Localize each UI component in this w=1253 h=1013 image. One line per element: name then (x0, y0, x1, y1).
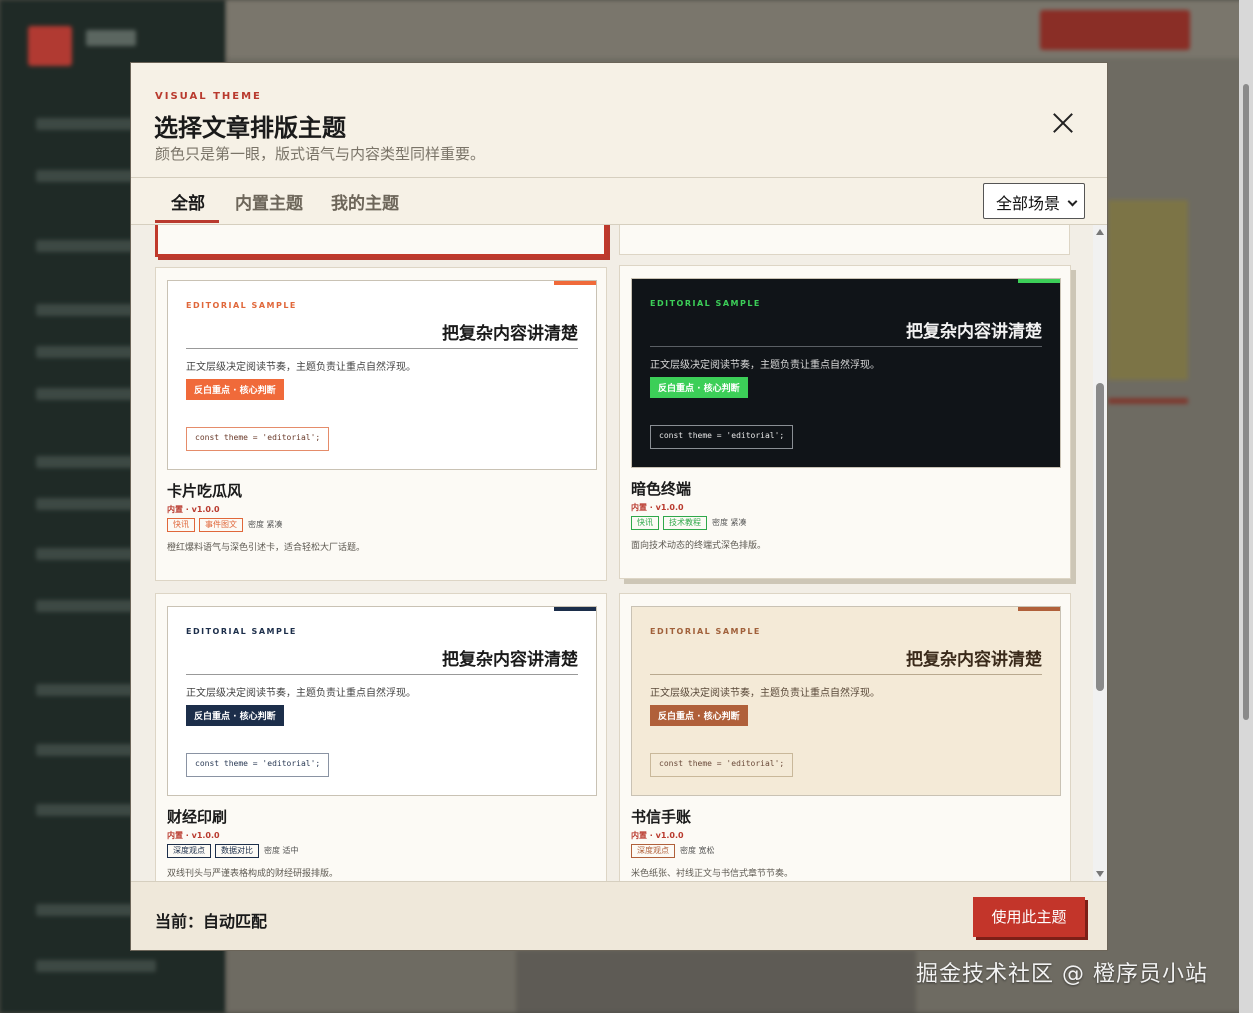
theme-preview: EDITORIAL SAMPLE 把复杂内容讲清楚 正文层级决定阅读节奏，主题负… (631, 278, 1061, 468)
theme-description: 橙红爆料语气与深色引述卡，适合轻松大厂话题。 (167, 543, 366, 553)
modal-footer: 当前：自动匹配 使用此主题 (131, 881, 1107, 950)
modal-title: 选择文章排版主题 (154, 113, 346, 142)
theme-preview: EDITORIAL SAMPLE 把复杂内容讲清楚 正文层级决定阅读节奏，主题负… (167, 606, 597, 796)
preview-body: 正文层级决定阅读节奏，主题负责让重点自然浮现。 (186, 688, 416, 699)
theme-tag: 深度观点 (167, 843, 211, 858)
preview-badge: 反白重点 · 核心判断 (650, 705, 748, 726)
theme-accent-bar (554, 281, 596, 285)
preview-headline: 把复杂内容讲清楚 (442, 650, 578, 670)
theme-tags: 快讯 技术教程 密度 紧凑 (631, 515, 747, 530)
preview-rule (650, 346, 1042, 347)
theme-name: 暗色终端 (631, 480, 692, 498)
modal-eyebrow: VISUAL THEME (155, 91, 262, 102)
chevron-down-icon (1067, 196, 1078, 207)
preview-badge: 反白重点 · 核心判断 (186, 705, 284, 726)
preview-body: 正文层级决定阅读节奏，主题负责让重点自然浮现。 (186, 362, 416, 373)
preview-code: const theme = 'editorial'; (650, 425, 794, 449)
preview-headline: 把复杂内容讲清楚 (906, 322, 1042, 342)
watermark: 掘金技术社区 @ 橙序员小站 (916, 962, 1208, 987)
scroll-up-icon[interactable] (1096, 229, 1104, 235)
preview-eyebrow: EDITORIAL SAMPLE (650, 299, 761, 308)
use-theme-button[interactable]: 使用此主题 (973, 897, 1085, 937)
theme-accent-bar (1018, 279, 1060, 283)
preview-code: const theme = 'editorial'; (186, 427, 330, 451)
page-scrollbar-thumb[interactable] (1243, 84, 1249, 720)
theme-density: 密度 紧凑 (712, 518, 747, 527)
background-nav-item (36, 960, 156, 972)
preview-body: 正文层级决定阅读节奏，主题负责让重点自然浮现。 (650, 688, 880, 699)
preview-rule (186, 674, 578, 675)
preview-eyebrow: EDITORIAL SAMPLE (650, 627, 761, 636)
theme-card[interactable]: EDITORIAL SAMPLE 把复杂内容讲清楚 正文层级决定阅读节奏，主题负… (155, 593, 607, 881)
theme-preview: EDITORIAL SAMPLE 把复杂内容讲清楚 正文层级决定阅读节奏，主题负… (631, 606, 1061, 796)
scroll-down-icon[interactable] (1096, 871, 1104, 877)
theme-density: 密度 紧凑 (248, 520, 283, 529)
theme-name: 书信手账 (631, 808, 692, 826)
preview-code: const theme = 'editorial'; (650, 753, 794, 777)
preview-badge: 反白重点 · 核心判断 (650, 377, 748, 398)
theme-tag: 快讯 (167, 517, 195, 532)
theme-picker-modal: VISUAL THEME 选择文章排版主题 颜色只是第一眼，版式语气与内容类型同… (130, 62, 1108, 951)
page-scrollbar[interactable] (1239, 0, 1253, 1013)
preview-eyebrow: EDITORIAL SAMPLE (186, 627, 297, 636)
preview-badge: 反白重点 · 核心判断 (186, 379, 284, 400)
theme-description: 米色纸张、衬线正文与书信式章节节奏。 (631, 869, 794, 879)
theme-description: 双线刊头与严谨表格构成的财经研报排版。 (167, 869, 339, 879)
preview-headline: 把复杂内容讲清楚 (906, 650, 1042, 670)
theme-tag: 事件图文 (199, 517, 243, 532)
scene-filter-value: 全部场景 (996, 194, 1061, 213)
theme-accent-bar (1018, 607, 1060, 611)
preview-body: 正文层级决定阅读节奏，主题负责让重点自然浮现。 (650, 360, 880, 371)
preview-rule (650, 674, 1042, 675)
close-icon[interactable] (1049, 109, 1077, 137)
theme-preview: EDITORIAL SAMPLE 把复杂内容讲清楚 正文层级决定阅读节奏，主题负… (167, 280, 597, 470)
tab-builtin[interactable]: 内置主题 (235, 189, 303, 214)
theme-tag: 快讯 (631, 515, 659, 530)
preview-rule (186, 348, 578, 349)
theme-accent-bar (554, 607, 596, 611)
preview-code: const theme = 'editorial'; (186, 753, 330, 777)
theme-card-partial[interactable] (619, 225, 1070, 255)
theme-tabs: 全部 内置主题 我的主题 全部场景 (131, 179, 1107, 225)
theme-name: 财经印刷 (167, 808, 228, 826)
theme-name: 卡片吃瓜风 (167, 482, 243, 500)
theme-grid[interactable]: EDITORIAL SAMPLE 把复杂内容讲清楚 正文层级决定阅读节奏，主题负… (131, 225, 1107, 881)
theme-tags: 深度观点 密度 宽松 (631, 843, 715, 858)
theme-description: 面向技术动态的终端式深色排版。 (631, 541, 767, 551)
modal-scrollbar[interactable] (1093, 225, 1107, 881)
modal-scrollbar-thumb[interactable] (1096, 383, 1104, 691)
theme-meta: 内置 · v1.0.0 (167, 831, 220, 840)
tab-active-indicator (155, 220, 219, 223)
theme-card[interactable]: EDITORIAL SAMPLE 把复杂内容讲清楚 正文层级决定阅读节奏，主题负… (619, 593, 1071, 881)
preview-eyebrow: EDITORIAL SAMPLE (186, 301, 297, 310)
theme-tag: 深度观点 (631, 843, 675, 858)
theme-card-partial[interactable] (155, 225, 607, 257)
background-top-button (1040, 10, 1190, 50)
theme-density: 密度 宽松 (680, 846, 715, 855)
theme-tags: 深度观点 数据对比 密度 适中 (167, 843, 299, 858)
background-bottom-panel (516, 950, 916, 1013)
modal-header: VISUAL THEME 选择文章排版主题 颜色只是第一眼，版式语气与内容类型同… (131, 63, 1107, 178)
theme-meta: 内置 · v1.0.0 (631, 831, 684, 840)
tab-all[interactable]: 全部 (171, 189, 205, 214)
background-accent (1108, 398, 1188, 404)
tab-mine[interactable]: 我的主题 (331, 189, 399, 214)
current-theme-label: 当前：自动匹配 (155, 912, 268, 931)
theme-density: 密度 适中 (264, 846, 299, 855)
theme-tags: 快讯 事件图文 密度 紧凑 (167, 517, 283, 532)
scene-filter-select[interactable]: 全部场景 (983, 183, 1085, 219)
theme-meta: 内置 · v1.0.0 (631, 503, 684, 512)
theme-card[interactable]: EDITORIAL SAMPLE 把复杂内容讲清楚 正文层级决定阅读节奏，主题负… (619, 265, 1071, 579)
modal-subtitle: 颜色只是第一眼，版式语气与内容类型同样重要。 (155, 145, 486, 163)
theme-tag: 技术教程 (663, 515, 707, 530)
theme-card[interactable]: EDITORIAL SAMPLE 把复杂内容讲清楚 正文层级决定阅读节奏，主题负… (155, 267, 607, 581)
background-topbar (226, 0, 1253, 58)
theme-meta: 内置 · v1.0.0 (167, 505, 220, 514)
background-logo (28, 26, 72, 66)
preview-headline: 把复杂内容讲清楚 (442, 324, 578, 344)
theme-tag: 数据对比 (215, 843, 259, 858)
background-brand (86, 30, 136, 46)
background-panel (1108, 200, 1188, 380)
